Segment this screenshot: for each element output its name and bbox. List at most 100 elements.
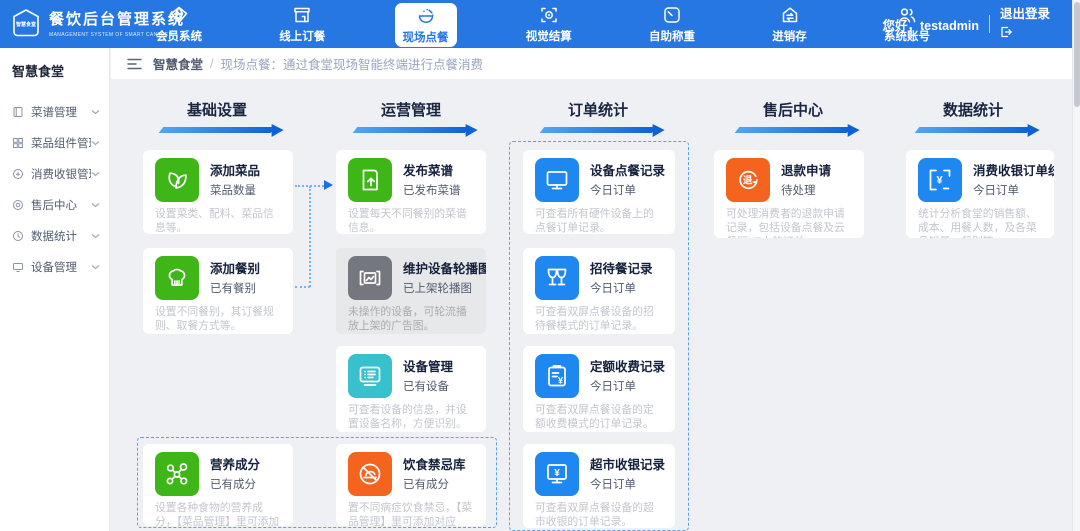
sidebar-item-dish-components[interactable]: 菜品组件管理 [0, 127, 109, 158]
sidebar-item-aftersale-center[interactable]: 售后中心 [0, 189, 109, 220]
dine-plate-icon [418, 8, 434, 23]
card-description: 可查看双屏点餐设备的招待餐模式的订单记录。 [535, 306, 654, 333]
breadcrumb-current: 现场点餐：通过食堂现场智能终端进行点餐消费 [220, 58, 484, 72]
card-nutrition[interactable]: 营养成分 已有成分 设置各种食物的营养成分，【菜品管理】里可添加对应的食物及分.… [143, 444, 293, 526]
refund-circle-icon: 退 [726, 158, 770, 202]
card-subtitle[interactable]: 今日订单 [590, 280, 653, 296]
card-title: 消费收银订单统计 [973, 164, 1054, 178]
svg-text:¥: ¥ [554, 468, 560, 479]
logout-button[interactable]: 退出登录 [1000, 5, 1056, 43]
card-description: 可查看双屏点餐设备的定额收费模式的订单记录。 [535, 404, 654, 431]
chevron-down-icon [91, 202, 100, 207]
account-area: 您好，testadmin 退出登录 [882, 0, 1056, 48]
card-device-order-records[interactable]: 设备点餐记录 今日订单 可查看所有硬件设备上的点餐订单记录。 [523, 150, 675, 234]
sidebar-item-label: 菜谱管理 [31, 106, 77, 119]
card-description: 可查看设备的信息，并设置设备名称，方便识别。 [348, 404, 467, 431]
sidebar-item-cashier-mgmt[interactable]: 消费收银管理 [0, 158, 109, 189]
card-subtitle[interactable]: 已有成分 [210, 476, 260, 492]
menu-publish-icon [348, 158, 392, 202]
card-title: 超市收银记录 [590, 458, 666, 472]
card-supermarket-cashier-records[interactable]: ¥ 超市收银记录 今日订单 可查看双屏点餐设备的超市收银的订单记录。 [523, 444, 675, 528]
nav-label: 视觉结算 [525, 30, 572, 43]
sidebar-item-recipe-mgmt[interactable]: 菜谱管理 [0, 96, 109, 127]
app-window: 智慧食堂 餐饮后台管理系统 MANAGEMENT SYSTEM OF SMART… [0, 0, 1080, 531]
card-publish-menu[interactable]: 发布菜谱 已发布菜谱 设置每天不同餐别的菜谱信息。 [336, 150, 486, 234]
chef-hat-icon [155, 256, 199, 300]
sidebar-item-device-mgmt[interactable]: 设备管理 [0, 251, 109, 282]
card-hospitality-records[interactable]: 招待餐记录 今日订单 可查看双屏点餐设备的招待餐模式的订单记录。 [523, 248, 675, 334]
connector-line [295, 286, 310, 288]
coin-icon [13, 168, 23, 179]
logo-house-icon: 智慧食堂 [13, 9, 39, 37]
card-title: 饮食禁忌库 [403, 458, 466, 472]
nav-self-weighing[interactable]: 自助称重 [641, 0, 703, 48]
device-list-icon [348, 354, 392, 398]
vertical-scrollbar[interactable] [1072, 0, 1080, 531]
breadcrumb-separator: / [210, 56, 214, 71]
card-fixed-fee-records[interactable]: ¥ 定额收费记录 今日订单 可查看双屏点餐设备的定额收费模式的订单记录。 [523, 346, 675, 432]
chevron-down-icon [91, 264, 100, 269]
chevron-down-icon [91, 140, 100, 145]
card-subtitle[interactable]: 今日订单 [590, 182, 663, 198]
card-device-carousel[interactable]: 维护设备轮播图 已上架轮播图 未操作的设备，可轮流播放上架的广告图。 [336, 248, 486, 334]
monitor-yen-icon: ¥ [535, 452, 579, 496]
nav-online-order[interactable]: 线上订餐 [271, 0, 333, 48]
breadcrumb-root[interactable]: 智慧食堂 [153, 54, 203, 73]
arrow-underline [158, 127, 276, 133]
card-subtitle[interactable]: 已发布菜谱 [403, 182, 461, 198]
card-subtitle[interactable]: 菜品数量 [210, 182, 260, 198]
card-subtitle[interactable]: 已有成分 [403, 476, 466, 492]
card-diet-taboo[interactable]: 饮食禁忌库 已有成分 置不同病症饮食禁忌，【菜品管理】里可添加对应的。 [336, 444, 486, 526]
arrow-underline [734, 127, 852, 133]
scan-icon [541, 7, 557, 22]
card-subtitle[interactable]: 今日订单 [590, 476, 663, 492]
sidebar-item-label: 菜品组件管理 [31, 137, 91, 150]
sidebar-item-label: 消费收银管理 [31, 168, 91, 181]
column-title: 售后中心 [762, 102, 823, 119]
svg-text:¥: ¥ [936, 175, 943, 187]
scrollbar-thumb[interactable] [1074, 2, 1080, 107]
card-subtitle[interactable]: 今日订单 [590, 378, 663, 394]
svg-text:退: 退 [743, 176, 753, 187]
nav-visual-checkout[interactable]: 视觉结算 [518, 0, 580, 48]
vegetable-icon [155, 158, 199, 202]
nav-inventory[interactable]: 进销存 [764, 0, 815, 48]
card-title: 营养成分 [210, 458, 261, 472]
scale-icon [664, 6, 680, 23]
column-header-order-stats: 订单统计 [533, 99, 663, 133]
card-title: 发布菜谱 [403, 164, 454, 178]
sidebar-item-data-stats[interactable]: 数据统计 [0, 220, 109, 251]
carousel-image-icon [348, 256, 392, 300]
card-title: 添加菜品 [210, 164, 261, 178]
main-nav: 会员系统 线上订餐 现场点餐 视觉结算 自助称重 进销存 系统账号 [148, 0, 938, 48]
nav-member-system[interactable]: 会员系统 [148, 0, 210, 48]
card-subtitle[interactable]: 已上架轮播图 [403, 280, 474, 296]
column-header-basic-setup: 基础设置 [152, 99, 282, 133]
card-description: 设置不同餐别，其订餐规则、取餐方式等。 [155, 306, 274, 333]
card-subtitle[interactable]: 今日订单 [973, 182, 1042, 198]
card-title: 添加餐别 [210, 262, 261, 276]
molecule-icon [155, 452, 199, 496]
chevron-down-icon [91, 233, 100, 238]
card-add-meal-type[interactable]: 添加餐别 已有餐别 设置不同餐别，其订餐规则、取餐方式等。 [143, 248, 293, 334]
collapse-menu-icon[interactable] [127, 58, 142, 70]
card-title: 设备点餐记录 [590, 164, 666, 178]
column-title: 数据统计 [942, 102, 1003, 119]
card-subtitle[interactable]: 待处理 [781, 182, 831, 198]
card-title: 维护设备轮播图 [403, 262, 486, 276]
card-add-dish[interactable]: 添加菜品 菜品数量 设置菜类、配料、菜品信息等。 [143, 150, 293, 234]
card-description: 设置每天不同餐别的菜谱信息。 [348, 208, 467, 234]
card-subtitle[interactable]: 已有餐别 [210, 280, 260, 296]
card-title: 定额收费记录 [590, 360, 666, 374]
arrow-underline [539, 127, 657, 133]
card-subtitle[interactable]: 已有设备 [403, 378, 453, 394]
goblets-icon [535, 256, 579, 300]
nav-onsite-order[interactable]: 现场点餐 [394, 3, 457, 47]
card-device-mgmt[interactable]: 设备管理 已有设备 可查看设备的信息，并设置设备名称，方便识别。 [336, 346, 486, 432]
nav-label: 会员系统 [156, 30, 202, 43]
card-refund-request[interactable]: 退 退款申请 待处理 可处理消费者的退款申请记录，包括设备点餐及云餐厅H5上的订… [714, 150, 864, 238]
column-title: 订单统计 [567, 102, 628, 119]
card-cashier-order-stats[interactable]: ¥ 消费收银订单统计 今日订单 统计分析食堂的销售额、成本、用餐人数，及各菜品销… [906, 150, 1054, 238]
card-description: 设置菜类、配料、菜品信息等。 [155, 208, 274, 234]
card-description: 可查看双屏点餐设备的超市收银的订单记录。 [535, 502, 654, 528]
